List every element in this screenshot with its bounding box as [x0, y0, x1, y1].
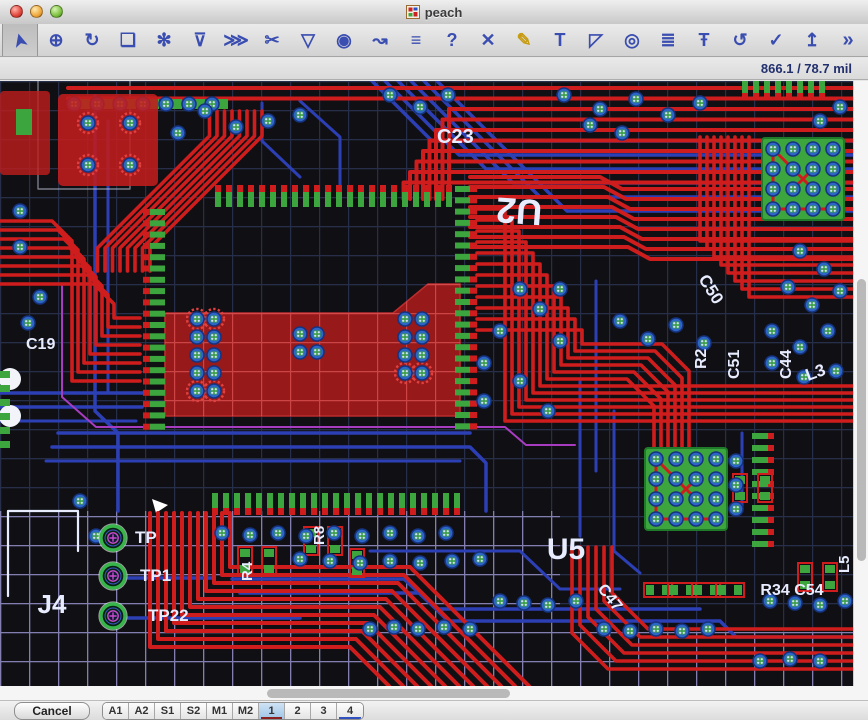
route-curve-tool[interactable]: ↝ — [362, 24, 398, 56]
pcb-canvas[interactable]: C23U2C50R2C51C44L3C19U5C47R34 C54TPTP1TP… — [0, 81, 853, 686]
layer-button-m2[interactable]: M2 — [233, 703, 259, 719]
layer-button-s1[interactable]: S1 — [155, 703, 181, 719]
layer-button-a2[interactable]: A2 — [129, 703, 155, 719]
align-tool[interactable]: ↥ — [794, 24, 830, 56]
array-tool[interactable]: ≣ — [650, 24, 686, 56]
text-tool[interactable]: T — [542, 24, 578, 56]
via-tool[interactable]: ◉ — [326, 24, 362, 56]
app-window: peach ➤⊕↻❏✻⊽⋙✂▽◉↝≡?✕✎T◸◎≣Ŧ↺✓↥» 866.1 / 7… — [0, 0, 868, 720]
component-label: C19 — [26, 336, 55, 353]
zoom-tool[interactable]: ⊕ — [38, 24, 74, 56]
component-label: R8 — [311, 526, 328, 545]
component-label: J4 — [38, 589, 67, 619]
corner-tool[interactable]: ◸ — [578, 24, 614, 56]
layer-button-2[interactable]: 2 — [285, 703, 311, 719]
layer-color-indicator — [261, 717, 282, 719]
vertical-scrollbar — [853, 81, 868, 686]
layer-selector: A1A2S1S2M1M21234 — [102, 702, 364, 720]
zoom-window-button[interactable] — [50, 5, 63, 18]
pad-target-tool[interactable]: ◎ — [614, 24, 650, 56]
draw-pencil-tool[interactable]: ✎ — [506, 24, 542, 56]
frame-tool[interactable]: ❏ — [110, 24, 146, 56]
component-label: C44 — [778, 350, 795, 379]
titlebar: peach — [0, 0, 868, 25]
component-label: L5 — [836, 555, 853, 573]
layer-button-m1[interactable]: M1 — [207, 703, 233, 719]
window-controls — [10, 5, 63, 18]
pointer-tool[interactable]: ➤ — [2, 24, 38, 56]
component-label: TP1 — [140, 566, 171, 585]
net-funnel-tool[interactable]: ⊽ — [182, 24, 218, 56]
component-label: R2 — [693, 348, 710, 369]
cut-tool[interactable]: ✂ — [254, 24, 290, 56]
toolbar: ➤⊕↻❏✻⊽⋙✂▽◉↝≡?✕✎T◸◎≣Ŧ↺✓↥» — [0, 24, 868, 57]
fanout-tool[interactable]: ⋙ — [218, 24, 254, 56]
vertical-scrollbar-thumb[interactable] — [857, 279, 866, 561]
window-title: peach — [425, 5, 463, 20]
funnel-add-tool[interactable]: ▽ — [290, 24, 326, 56]
bottombar: Cancel A1A2S1S2M1M21234 — [0, 700, 868, 720]
document-icon — [406, 5, 420, 19]
component-label: TP — [135, 528, 157, 547]
component-label: C51 — [726, 350, 743, 379]
pcb-canvas-area: C23U2C50R2C51C44L3C19U5C47R34 C54TPTP1TP… — [0, 81, 853, 686]
layer-button-a1[interactable]: A1 — [103, 703, 129, 719]
delete-tool[interactable]: ✕ — [470, 24, 506, 56]
coordinate-bar: 866.1 / 78.7 mil — [0, 58, 868, 80]
test-points — [99, 524, 127, 630]
help-tool[interactable]: ? — [434, 24, 470, 56]
junction-tool[interactable]: ✻ — [146, 24, 182, 56]
cursor-coordinates: 866.1 / 78.7 mil — [761, 61, 868, 76]
lines-tool[interactable]: ≡ — [398, 24, 434, 56]
horizontal-scrollbar-thumb[interactable] — [267, 689, 510, 698]
layer-color-indicator — [339, 717, 361, 719]
component-label: U2 — [495, 189, 544, 233]
spiral-tool[interactable]: ↺ — [722, 24, 758, 56]
rotate-tool[interactable]: ↻ — [74, 24, 110, 56]
close-button[interactable] — [10, 5, 23, 18]
component-label: TP22 — [148, 606, 189, 625]
layer-button-3[interactable]: 3 — [311, 703, 337, 719]
layer-button-1[interactable]: 1 — [259, 703, 285, 719]
check-tool[interactable]: ✓ — [758, 24, 794, 56]
cancel-button[interactable]: Cancel — [14, 702, 90, 720]
component-label: R4 — [239, 561, 256, 581]
component-label: C23 — [437, 126, 474, 148]
component-label: U5 — [547, 533, 585, 566]
layer-button-s2[interactable]: S2 — [181, 703, 207, 719]
minimize-button[interactable] — [30, 5, 43, 18]
component-label: R34 C54 — [760, 582, 823, 599]
horizontal-scrollbar — [0, 686, 868, 700]
more-tools-button[interactable]: » — [830, 24, 866, 56]
probe-pin-tool[interactable]: Ŧ — [686, 24, 722, 56]
layer-button-4[interactable]: 4 — [337, 703, 363, 719]
